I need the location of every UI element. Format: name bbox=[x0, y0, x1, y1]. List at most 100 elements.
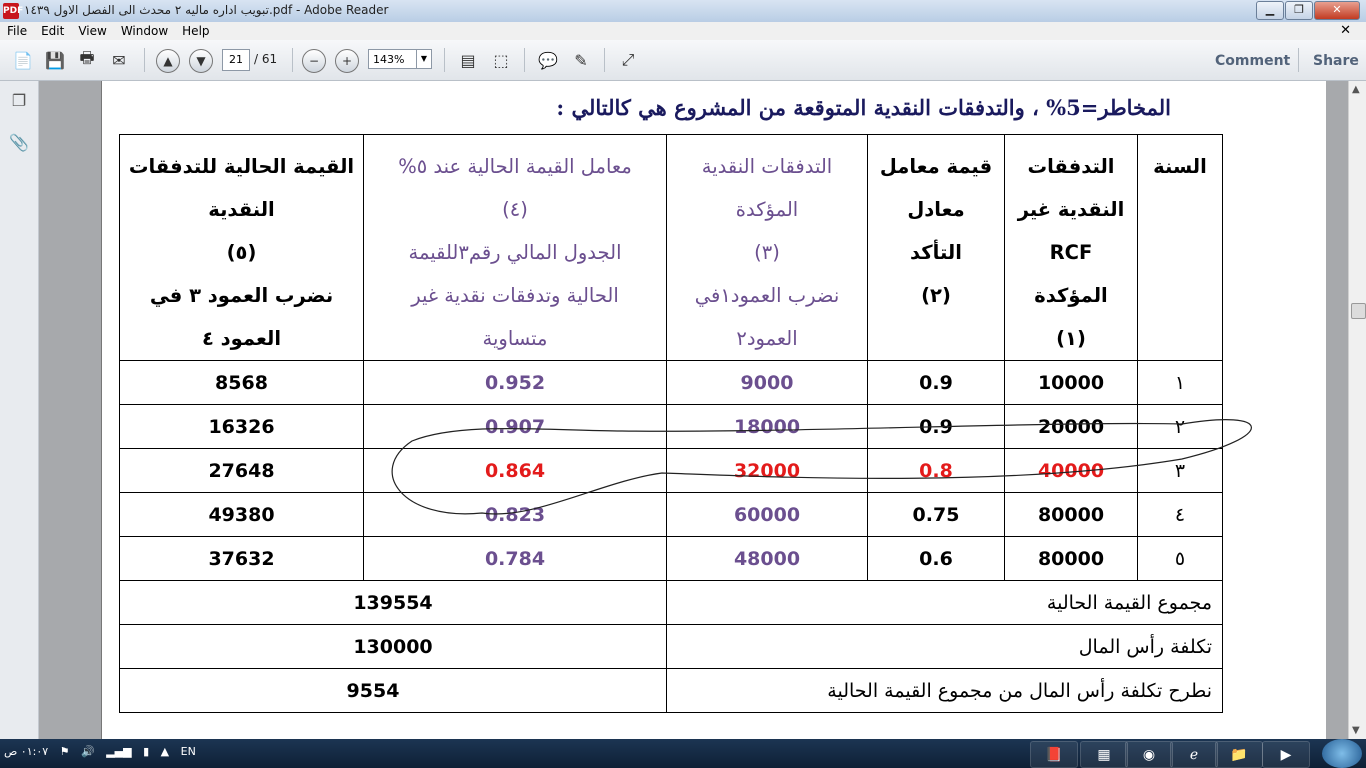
header-certain-cash-flows: التدفقات النقدية المؤكدة (٣) نضرب العمود… bbox=[666, 134, 868, 361]
clock[interactable]: ٠١:٠٧ ص bbox=[4, 745, 48, 758]
document-close-button[interactable]: ✕ bbox=[1333, 23, 1358, 38]
toolbar-divider bbox=[144, 48, 145, 72]
toolbar: 📄 💾 🖶 ✉ ▲ ▼ 21 / 61 − + 143% ▼ ▤ ⬚ 💬 ✎ ⤢… bbox=[0, 40, 1366, 81]
file-explorer-task-icon[interactable]: 📁 bbox=[1215, 741, 1263, 768]
start-button[interactable] bbox=[1322, 739, 1362, 768]
table-row: ٢ 20000 0.9 18000 0.907 16326 bbox=[119, 404, 1223, 449]
menu-bar: File Edit View Window Help ✕ bbox=[0, 22, 1366, 40]
menu-window[interactable]: Window bbox=[114, 24, 175, 38]
summary-row: مجموع القيمة الحالية 139554 bbox=[119, 580, 1223, 625]
summary-row: نطرح تكلفة رأس المال من مجموع القيمة الح… bbox=[119, 668, 1223, 713]
internet-explorer-task-icon[interactable]: ℯ bbox=[1170, 741, 1218, 768]
cell-year: ١ bbox=[1137, 360, 1223, 405]
document-viewport: المخاطر=5% ، والتدفقات النقدية المتوقعة … bbox=[39, 81, 1348, 739]
menu-help[interactable]: Help bbox=[175, 24, 216, 38]
cell-factor: 0.6 bbox=[867, 536, 1005, 581]
full-screen-icon[interactable]: ⤢ bbox=[615, 48, 641, 72]
window-title: تبويب اداره ماليه ٢ محدث الى الفصل الاول… bbox=[24, 3, 389, 17]
cash-flow-table: السنة التدفقات النقدية غير RCF المؤكدة (… bbox=[119, 134, 1223, 713]
cell-pv: 37632 bbox=[119, 536, 364, 581]
menu-edit[interactable]: Edit bbox=[34, 24, 71, 38]
table-row: ١ 10000 0.9 9000 0.952 8568 bbox=[119, 360, 1223, 405]
signal-icon[interactable]: ▂▄▆ bbox=[106, 745, 131, 758]
attachments-paperclip-icon[interactable]: 📎 bbox=[9, 133, 29, 153]
create-pdf-icon[interactable]: 📄 bbox=[10, 48, 36, 72]
cell-pv-factor: 0.952 bbox=[363, 360, 667, 405]
page-number-input[interactable]: 21 bbox=[222, 49, 250, 71]
summary-row: تكلفة رأس المال 130000 bbox=[119, 624, 1223, 669]
header-rcf: التدفقات النقدية غير RCF المؤكدة (١) bbox=[1004, 134, 1138, 361]
cell-certain: 32000 bbox=[666, 448, 868, 493]
scroll-up-icon[interactable]: ▲ bbox=[1352, 84, 1360, 95]
summary-value: 9554 bbox=[119, 668, 667, 713]
menu-view[interactable]: View bbox=[71, 24, 113, 38]
zoom-select[interactable]: 143% ▼ bbox=[368, 49, 432, 69]
chevron-up-icon[interactable]: ▲ bbox=[161, 745, 169, 758]
header-present-value: القيمة الحالية للتدفقات النقدية (٥) نضرب… bbox=[119, 134, 364, 361]
table-row: ٤ 80000 0.75 60000 0.823 49380 bbox=[119, 492, 1223, 537]
cell-year: ٥ bbox=[1137, 536, 1223, 581]
adobe-reader-icon: PDF bbox=[3, 3, 23, 19]
cell-factor: 0.75 bbox=[867, 492, 1005, 537]
highlight-text-icon[interactable]: ✎ bbox=[568, 48, 594, 72]
cell-factor: 0.8 bbox=[867, 448, 1005, 493]
fit-width-icon[interactable]: ⬚ bbox=[488, 48, 514, 72]
next-page-icon[interactable]: ▼ bbox=[189, 49, 213, 73]
close-button[interactable]: ✕ bbox=[1314, 1, 1360, 20]
scrollbar-thumb[interactable] bbox=[1351, 303, 1366, 319]
zoom-value: 143% bbox=[373, 53, 405, 66]
language-indicator[interactable]: EN bbox=[181, 745, 196, 758]
page-total: / 61 bbox=[254, 52, 278, 66]
cell-pv-factor: 0.823 bbox=[363, 492, 667, 537]
fit-page-icon[interactable]: ▤ bbox=[455, 48, 481, 72]
app-task-icon[interactable]: ▦ bbox=[1080, 741, 1128, 768]
header-pv-factor: معامل القيمة الحالية عند ٥% (٤) الجدول ا… bbox=[363, 134, 667, 361]
cell-certain: 48000 bbox=[666, 536, 868, 581]
zoom-in-icon[interactable]: + bbox=[335, 49, 359, 73]
chevron-down-icon[interactable]: ▼ bbox=[416, 50, 431, 68]
battery-icon[interactable]: ▮ bbox=[143, 745, 149, 758]
print-icon[interactable]: 🖶 bbox=[74, 48, 100, 72]
navigation-panel: ❐ 📎 bbox=[0, 81, 39, 739]
cell-pv-factor: 0.864 bbox=[363, 448, 667, 493]
flag-icon[interactable]: ⚑ bbox=[60, 745, 70, 758]
summary-label: مجموع القيمة الحالية bbox=[666, 580, 1223, 625]
comment-button[interactable]: Comment bbox=[1215, 53, 1290, 69]
chrome-task-icon[interactable]: ◉ bbox=[1125, 741, 1173, 768]
table-header-row: السنة التدفقات النقدية غير RCF المؤكدة (… bbox=[119, 134, 1223, 361]
scroll-down-icon[interactable]: ▼ bbox=[1352, 725, 1360, 736]
previous-page-icon[interactable]: ▲ bbox=[156, 49, 180, 73]
email-icon[interactable]: ✉ bbox=[106, 48, 132, 72]
summary-label: تكلفة رأس المال bbox=[666, 624, 1223, 669]
pdf-page: المخاطر=5% ، والتدفقات النقدية المتوقعة … bbox=[101, 81, 1326, 739]
share-button[interactable]: Share bbox=[1313, 53, 1359, 69]
volume-icon[interactable]: 🔊 bbox=[81, 745, 95, 758]
system-tray: ٠١:٠٧ ص ⚑ 🔊 ▂▄▆ ▮ ▲ EN bbox=[4, 745, 204, 758]
menu-file[interactable]: File bbox=[0, 24, 34, 38]
cell-year: ٤ bbox=[1137, 492, 1223, 537]
media-player-task-icon[interactable]: ▶ bbox=[1262, 741, 1310, 768]
cell-pv-factor: 0.784 bbox=[363, 536, 667, 581]
vertical-scrollbar[interactable]: ▲ ▼ bbox=[1348, 81, 1366, 739]
cell-certain: 18000 bbox=[666, 404, 868, 449]
cell-pv: 8568 bbox=[119, 360, 364, 405]
summary-label: نطرح تكلفة رأس المال من مجموع القيمة الح… bbox=[666, 668, 1223, 713]
cell-rcf: 40000 bbox=[1004, 448, 1138, 493]
toolbar-divider bbox=[604, 48, 605, 72]
restore-button[interactable]: ❐ bbox=[1285, 1, 1313, 20]
toolbar-divider bbox=[1298, 48, 1299, 72]
page-heading: المخاطر=5% ، والتدفقات النقدية المتوقعة … bbox=[556, 95, 1171, 120]
cell-rcf: 20000 bbox=[1004, 404, 1138, 449]
header-year-text: السنة bbox=[1153, 155, 1207, 178]
save-icon[interactable]: 💾 bbox=[42, 48, 68, 72]
adobe-reader-task-icon[interactable]: 📕 bbox=[1030, 741, 1078, 768]
page-thumbnails-icon[interactable]: ❐ bbox=[9, 91, 29, 111]
sticky-note-icon[interactable]: 💬 bbox=[535, 48, 561, 72]
cell-rcf: 80000 bbox=[1004, 492, 1138, 537]
cell-certain: 60000 bbox=[666, 492, 868, 537]
cell-pv: 16326 bbox=[119, 404, 364, 449]
cell-certain: 9000 bbox=[666, 360, 868, 405]
cell-pv-factor: 0.907 bbox=[363, 404, 667, 449]
zoom-out-icon[interactable]: − bbox=[302, 49, 326, 73]
minimize-button[interactable]: ▁ bbox=[1256, 1, 1284, 20]
